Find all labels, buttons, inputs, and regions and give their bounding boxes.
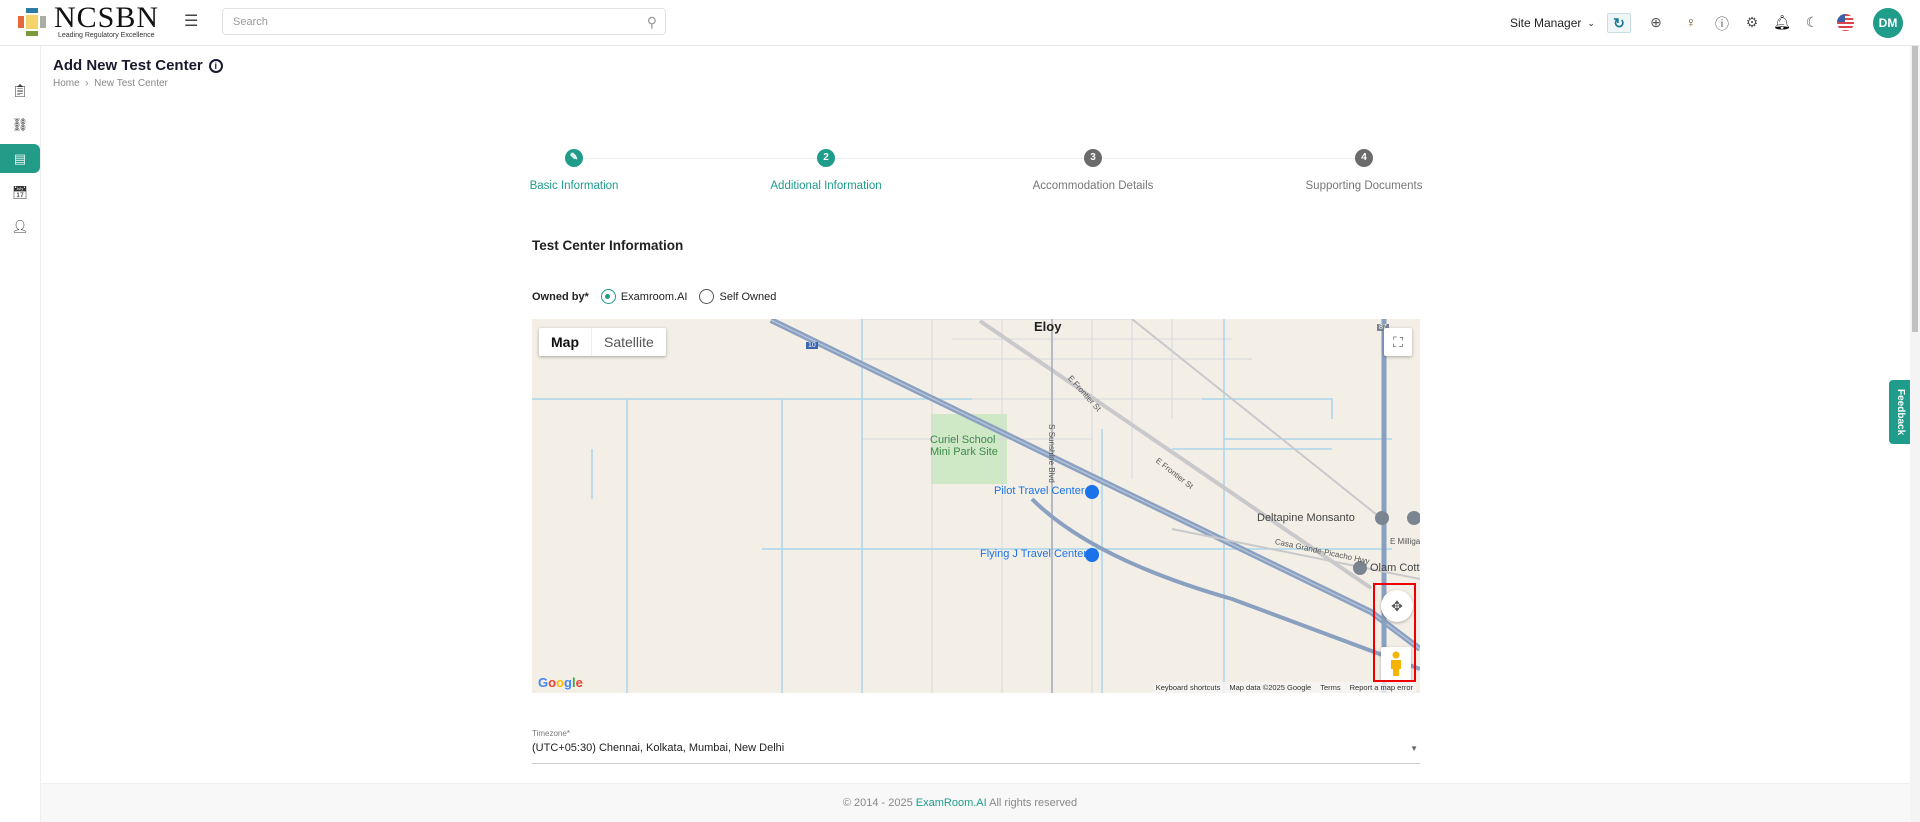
step-1-pencil-icon[interactable]: ✎ [565, 149, 583, 167]
fullscreen-icon[interactable]: ⛶ [1384, 328, 1412, 356]
map-label-sunshine: S Sunshine Blvd [1046, 424, 1056, 483]
info-icon[interactable]: i [208, 59, 223, 73]
sitemap-icon: ⛓︎ [11, 116, 29, 132]
footer-text: © 2014 - 2025 ExamRoom.AI All rights res… [0, 797, 1920, 809]
park-name-2: Mini Park Site [930, 446, 998, 458]
copyright: © 2014 - 2025 [842, 797, 916, 809]
sidebar: 📋︎ ⛓︎ ▤ 📅︎ 👤︎ [0, 46, 41, 822]
highlight-box [1373, 583, 1416, 682]
radio-examroom[interactable] [600, 289, 616, 304]
page-title: Add New Test Center i [53, 57, 223, 74]
step-connector [584, 158, 818, 159]
radio-examroom-label[interactable]: Examroom.AI [621, 291, 688, 303]
timezone-label: Timezone* [532, 729, 570, 738]
map-type-control: Map Satellite [539, 328, 666, 356]
accessibility-icon[interactable]: ♀ [1682, 14, 1700, 30]
step-1-label[interactable]: Basic Information [530, 180, 619, 192]
map-type-map-button[interactable]: Map [539, 328, 591, 356]
section-heading: Test Center Information [532, 238, 684, 253]
step-2-label[interactable]: Additional Information [770, 180, 881, 192]
map-label-pilot[interactable]: Pilot Travel Center [994, 485, 1084, 497]
feedback-tab[interactable]: Feedback [1889, 380, 1911, 444]
bell-icon[interactable]: 🔔︎ [1773, 14, 1791, 31]
logo-mark-icon [18, 7, 46, 36]
top-header: NCSBN Leading Regulatory Excellence ☰ Se… [0, 0, 1920, 46]
page-title-text: Add New Test Center [53, 57, 203, 74]
owned-by-label: Owned by* [532, 290, 589, 303]
map-label-flyingj[interactable]: Flying J Travel Center [980, 548, 1087, 560]
breadcrumb-current: New Test Center [94, 78, 168, 89]
user-icon: 👤︎ [11, 218, 29, 234]
map-label-olam[interactable]: Olam Cotte [1370, 562, 1420, 574]
google-logo: Google [538, 675, 583, 690]
terms-link[interactable]: Terms [1320, 683, 1340, 692]
park-name-1: Curiel School [930, 434, 996, 446]
sidebar-item-test-centers[interactable]: ▤ [0, 144, 40, 173]
sidebar-item-schedule[interactable]: 📋︎ [0, 76, 40, 105]
role-label: Site Manager [1510, 16, 1582, 30]
timezone-value: (UTC+05:30) Chennai, Kolkata, Mumbai, Ne… [532, 742, 785, 754]
map-label-eloy[interactable]: Eloy [1034, 319, 1061, 334]
us-flag-icon[interactable] [1837, 14, 1854, 31]
radio-self-owned-label[interactable]: Self Owned [719, 291, 776, 303]
map-data-text: Map data ©2025 Google [1229, 683, 1312, 692]
map-label-park[interactable]: Curiel School Mini Park Site [930, 434, 998, 458]
map-canvas [532, 319, 1420, 693]
calendar-icon: 📅︎ [11, 184, 29, 200]
map-attribution: Keyboard shortcuts Map data ©2025 Google… [1152, 682, 1416, 693]
scrollbar-thumb[interactable] [1912, 46, 1918, 332]
step-2-circle[interactable]: 2 [817, 149, 835, 167]
search-icon[interactable]: ⚲ [647, 14, 657, 31]
radio-self-owned[interactable] [699, 289, 715, 304]
building-icon: ▤ [13, 150, 27, 166]
scrollbar[interactable] [1910, 46, 1920, 822]
dropdown-arrow-icon: ▼ [1410, 744, 1418, 753]
keyboard-shortcuts-link[interactable]: Keyboard shortcuts [1156, 683, 1221, 692]
step-3-circle[interactable]: 3 [1084, 149, 1102, 167]
report-error-link[interactable]: Report a map error [1350, 683, 1413, 692]
avatar[interactable]: DM [1873, 8, 1903, 38]
refresh-button[interactable]: ↻ [1607, 13, 1631, 33]
owned-by-group: Owned by* Examroom.AI Self Owned [532, 289, 776, 304]
rights: All rights reserved [986, 797, 1078, 809]
gear-icon[interactable]: ⚙ [1743, 14, 1761, 31]
role-dropdown[interactable]: Site Manager ⌄ [1510, 0, 1595, 46]
map-label-deltapine[interactable]: Deltapine Monsanto [1257, 512, 1355, 524]
clipboard-clock-icon: 📋︎ [11, 82, 29, 98]
step-4-label[interactable]: Supporting Documents [1306, 180, 1423, 192]
breadcrumb: Home › New Test Center [53, 78, 168, 89]
upload-icon[interactable]: ⊕ [1647, 14, 1665, 31]
help-icon[interactable]: ⓘ [1713, 14, 1731, 34]
chevron-down-icon: ⌄ [1587, 17, 1595, 28]
logo-tagline: Leading Regulatory Excellence [58, 32, 155, 39]
map-type-satellite-button[interactable]: Satellite [591, 328, 666, 356]
step-connector [1103, 158, 1355, 159]
step-3-label[interactable]: Accommodation Details [1033, 180, 1154, 192]
ncsbn-logo[interactable]: NCSBN Leading Regulatory Excellence [16, 1, 160, 39]
timezone-select[interactable]: (UTC+05:30) Chennai, Kolkata, Mumbai, Ne… [532, 742, 1420, 764]
moon-icon[interactable]: ☾ [1803, 14, 1821, 31]
sidebar-item-calendar[interactable]: 📅︎ [0, 178, 40, 207]
map-label-milligan: E Milliga [1390, 537, 1420, 546]
search-input[interactable]: Search ⚲ [222, 8, 666, 35]
hamburger-menu-icon[interactable]: ☰ [184, 14, 200, 30]
step-4-circle[interactable]: 4 [1355, 149, 1373, 167]
google-map[interactable]: Eloy Curiel School Mini Park Site Pilot T… [532, 319, 1420, 693]
sidebar-item-hierarchy[interactable]: ⛓︎ [0, 110, 40, 139]
step-connector [836, 158, 1084, 159]
brand-link[interactable]: ExamRoom.AI [916, 797, 987, 809]
sidebar-item-users[interactable]: 👤︎ [0, 212, 40, 241]
i10-shield-icon: 10 [806, 342, 818, 349]
logo-text: NCSBN [54, 1, 160, 34]
search-placeholder: Search [233, 16, 268, 28]
breadcrumb-home[interactable]: Home [53, 78, 80, 89]
